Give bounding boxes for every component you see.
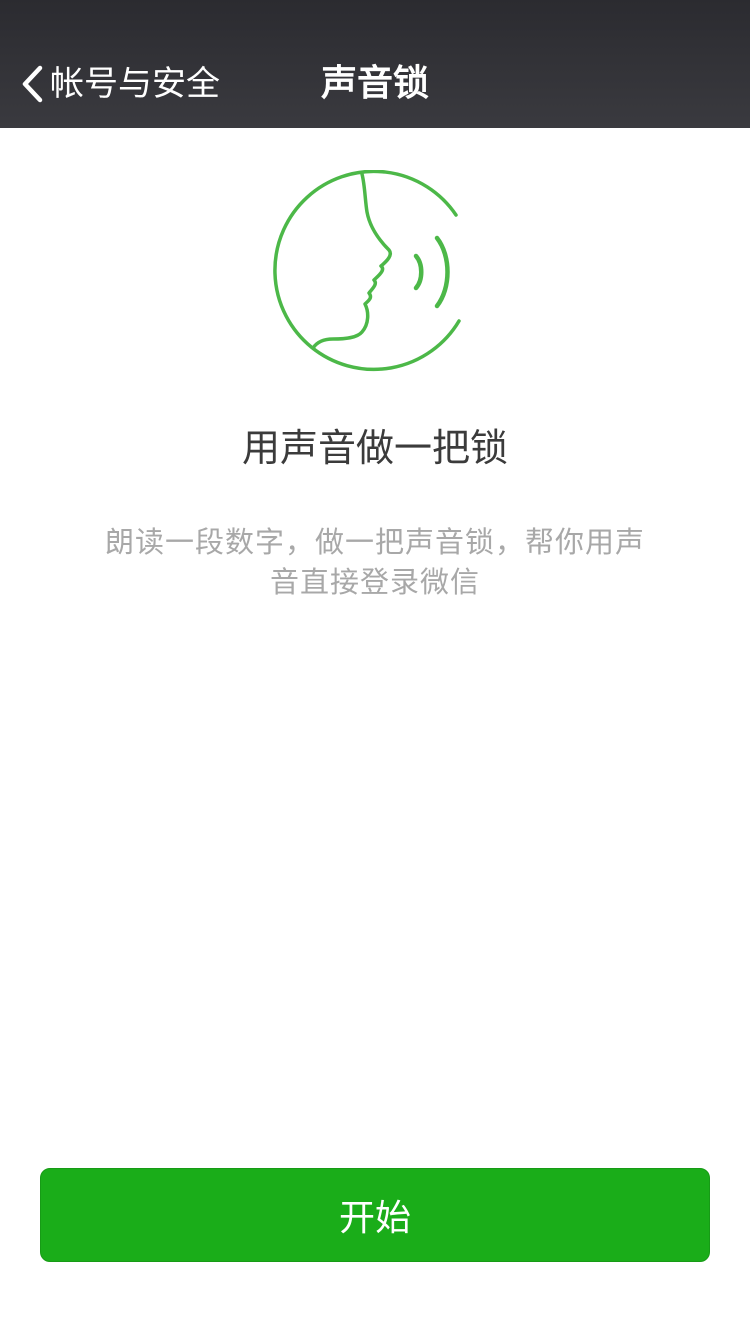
description-text: 朗读一段数字，做一把声音锁，帮你用声音直接登录微信 <box>104 525 645 599</box>
navigation-bar: 帐号与安全 声音锁 <box>0 0 750 128</box>
headline: 用声音做一把锁 <box>241 426 508 470</box>
page-title: 声音锁 <box>320 63 429 104</box>
start-button[interactable]: 开始 <box>40 1168 710 1262</box>
voice-lock-face-icon <box>273 169 477 374</box>
